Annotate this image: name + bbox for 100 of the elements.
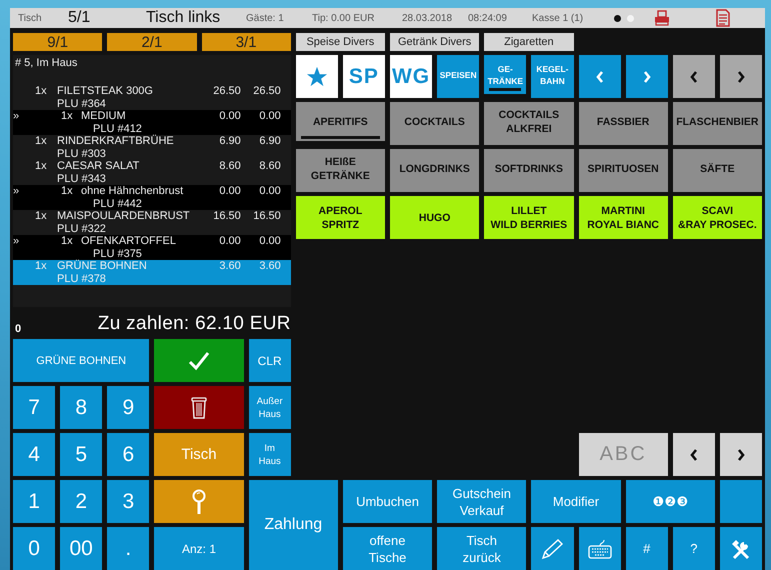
takeaway-button[interactable]: Außer Haus [248,386,291,429]
star-icon [306,66,328,87]
product-button[interactable]: MARTINI ROYAL BIANC [578,196,668,239]
digit-key[interactable]: 4 [13,433,56,476]
category-tab[interactable]: COCKTAILS ALKFREI [484,102,574,145]
item-name: MEDIUM [81,110,127,122]
quick-button[interactable]: Zigaretten [484,33,574,51]
digit-key[interactable]: 8 [60,386,102,429]
function-button[interactable]: Gutschein Verkauf [437,480,526,523]
function-button[interactable]: Tisch zurück [437,527,526,570]
quantity-button[interactable]: Anz: 1 [154,527,244,570]
document-icon[interactable] [716,9,730,27]
function-button[interactable]: Umbuchen [342,480,432,523]
modifier-row[interactable]: » 1x MEDIUM 0.00 0.00 PLU #412 [13,110,291,135]
printer-icon[interactable] [654,10,670,26]
plu-text: PLU #412 [92,122,142,134]
total-text: 6.90 [258,135,281,148]
category-tab[interactable]: FASSBIER [578,102,668,145]
modifier-marker: » [13,235,20,248]
guest-count: Gäste: 1 [246,12,285,24]
favorites-button[interactable] [296,55,338,98]
total-text: 0.00 [258,110,281,122]
next-button[interactable] [720,433,762,476]
page-dot[interactable] [614,14,621,22]
group-tab[interactable]: KEGEL- BAHN [531,55,574,98]
quantity-text: 1x [61,110,74,122]
digit-key[interactable]: 6 [107,433,150,476]
settings-button[interactable] [720,527,762,570]
keyboard-button[interactable] [578,527,621,570]
selected-item-display[interactable]: GRÜNE BOHNEN [13,339,150,382]
delete-button[interactable] [154,386,244,429]
clear-button[interactable]: CLR [248,339,291,382]
function-button[interactable]: offene Tische [342,527,432,570]
product-button[interactable]: HUGO [390,196,480,239]
quick-button[interactable]: Speise Divers [296,33,385,51]
quick-button[interactable]: Getränk Divers [390,33,480,51]
total-text: 3.60 [258,260,281,272]
product-button[interactable]: LILLET WILD BERRIES [484,196,574,239]
order-row[interactable]: 1x RINDERKRAFTBRÜHE 6.90 6.90 PLU #303 [13,135,291,160]
table-tab[interactable]: 9/1 [13,33,102,51]
table-tab[interactable]: 2/1 [107,33,196,51]
plu-text: PLU #378 [57,272,106,285]
quantity-text: 1x [35,160,48,172]
quantity-text: 1x [61,185,74,198]
previous-button[interactable] [672,433,715,476]
category-tab[interactable]: HEIßE GETRÄNKE [296,149,385,192]
shortcut-button[interactable]: SP [342,55,385,98]
product-button[interactable]: APEROL SPRITZ [296,196,385,239]
category-tab[interactable]: SPIRITUOSEN [578,149,668,192]
plu-text: PLU #364 [57,98,106,110]
group-tab[interactable]: SPEISEN [437,55,480,98]
digit-key[interactable]: 9 [107,386,150,429]
function-button[interactable]: # [626,527,668,570]
table-tab[interactable]: 3/1 [202,33,291,51]
entry-value: 0 [14,323,22,335]
quantity-text: 1x [35,260,48,272]
order-row[interactable]: 1x FILETSTEAK 300G 26.50 26.50 PLU #364 [13,85,291,110]
category-tab[interactable]: FLASCHENBIER [672,102,762,145]
item-name: MAISPOULARDENBRUST [57,210,191,222]
table-button[interactable]: Tisch [154,433,244,476]
previous-button[interactable] [672,55,715,98]
payment-button[interactable]: Zahlung [248,480,338,570]
price-text: 3.60 [218,260,241,272]
dine-in-button[interactable]: Im Haus [248,433,291,476]
price-text: 0.00 [218,185,241,198]
category-tab[interactable]: COCKTAILS [390,102,480,145]
function-button[interactable]: Modifier [531,480,621,523]
digit-key[interactable]: 7 [13,386,56,429]
shortcut-button[interactable]: WG [390,55,432,98]
product-button[interactable]: SCAVI &RAY PROSEC. [672,196,762,239]
pencil-icon [540,538,564,560]
order-row[interactable]: 1x GRÜNE BOHNEN 3.60 3.60 PLU #378 [13,260,291,285]
order-row[interactable]: 1x MAISPOULARDENBRUST 16.50 16.50 PLU #322 [13,210,291,235]
digit-key[interactable]: 00 [60,527,102,570]
edit-button[interactable] [531,527,574,570]
digit-key[interactable]: 1 [13,480,56,523]
modifier-marker: » [13,185,20,198]
plu-text: PLU #303 [57,148,106,160]
function-button[interactable]: ❶❷❸ [626,480,715,523]
digit-key[interactable]: 3 [107,480,150,523]
modifier-row[interactable]: » 1x OFENKARTOFFEL 0.00 0.00 PLU #375 [13,235,291,260]
chevron-right-icon [736,448,745,460]
total-text: 16.50 [252,210,281,222]
function-button[interactable]: ? [672,527,715,570]
digit-key[interactable]: 0 [13,527,56,570]
category-tab[interactable]: LONGDRINKS [390,149,480,192]
modifier-row[interactable]: » 1x ohne Hähnchenbrust 0.00 0.00 PLU #442 [13,185,291,210]
register-name: Kasse 1 (1) [532,12,584,24]
category-tab[interactable]: SOFTDRINKS [484,149,574,192]
next-button[interactable] [720,55,762,98]
order-title: # 5, Im Haus [14,56,78,71]
digit-key[interactable]: . [107,527,150,570]
digit-key[interactable]: 5 [60,433,102,476]
price-text: 0.00 [218,110,241,122]
page-dot[interactable] [627,14,634,22]
search-button[interactable] [154,480,244,523]
date-text: 28.03.2018 [402,12,454,24]
item-name: GRÜNE BOHNEN [57,260,148,272]
digit-key[interactable]: 2 [60,480,102,523]
category-tab[interactable]: SÄFTE [672,149,762,192]
